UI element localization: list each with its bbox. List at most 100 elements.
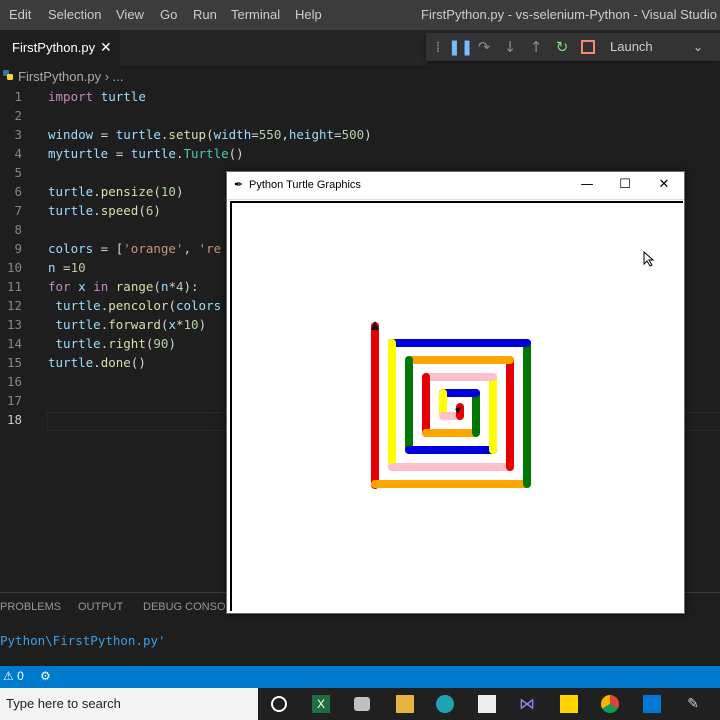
code-token: colors — [48, 241, 94, 256]
document-icon[interactable] — [478, 695, 496, 713]
terminal-output: Python\FirstPython.py' — [0, 633, 166, 648]
code-token: 90 — [153, 336, 169, 351]
tab-output[interactable]: OUTPUT — [78, 601, 123, 613]
close-button[interactable]: ✕ — [649, 176, 679, 194]
code-line[interactable]: 4 myturtle = turtle.Turtle() — [0, 144, 720, 163]
code-token: ) — [198, 317, 207, 332]
app-icon[interactable] — [354, 695, 372, 713]
line-number: 7 — [14, 203, 22, 218]
close-icon[interactable]: ✕ — [100, 39, 112, 56]
debug-toolbar: ⁞ ❚❚ ↷ ↓ ↑ ↻ Launch ⌄ — [426, 33, 720, 61]
tab-label: FirstPython.py — [12, 40, 96, 55]
breadcrumb-file[interactable]: FirstPython.py › ... — [18, 69, 124, 84]
code-token: ( — [168, 298, 176, 313]
code-token: turtle — [48, 203, 94, 218]
code-token: window — [48, 127, 94, 142]
turtle-title-bar[interactable]: ✒ Python Turtle Graphics — ☐ ✕ — [227, 172, 684, 200]
step-out-icon[interactable]: ↑ — [526, 37, 546, 57]
code-token: 500 — [341, 127, 365, 142]
launch-config-label[interactable]: Launch — [610, 39, 653, 54]
turtle-canvas[interactable] — [230, 201, 683, 611]
line-number: 11 — [6, 279, 22, 294]
code-token: turtle — [55, 317, 101, 332]
code-token: () — [130, 355, 146, 370]
warnings-count[interactable]: ⚠ 0 — [3, 669, 24, 683]
taskbar-search-box[interactable]: Type here to search — [0, 688, 258, 720]
code-token: forward — [108, 317, 161, 332]
tab-debug-console[interactable]: DEBUG CONSOLE — [143, 601, 239, 613]
code-line[interactable]: 2 — [0, 106, 720, 125]
chevron-down-icon[interactable]: ⌄ — [688, 37, 708, 57]
code-text: n =10 — [48, 258, 86, 277]
restart-icon[interactable]: ↻ — [552, 37, 572, 57]
line-number: 15 — [6, 355, 22, 370]
stop-icon[interactable] — [578, 37, 598, 57]
menu-terminal[interactable]: Terminal — [231, 7, 280, 22]
code-token: right — [108, 336, 146, 351]
menu-run[interactable]: Run — [193, 7, 217, 22]
menu-help[interactable]: Help — [295, 7, 322, 22]
line-number: 9 — [14, 241, 22, 256]
code-token: 'orange' — [123, 241, 184, 256]
step-over-icon[interactable]: ↷ — [474, 37, 494, 57]
edge-icon[interactable] — [436, 695, 454, 713]
tab-problems[interactable]: PROBLEMS — [0, 601, 61, 613]
feather-icon: ✒ — [234, 178, 244, 191]
menu-selection[interactable]: Selection — [48, 7, 101, 22]
code-token: 550 — [258, 127, 282, 142]
code-token: turtle — [55, 336, 101, 351]
drag-handle-icon[interactable]: ⁞ — [428, 37, 448, 57]
chrome-icon[interactable] — [601, 695, 619, 713]
spiral-drawing — [371, 321, 531, 489]
line-number: 3 — [14, 127, 22, 142]
tab-firstpython[interactable]: FirstPython.py ✕ — [0, 30, 120, 65]
code-token: turtle — [48, 184, 94, 199]
code-token: = — [251, 127, 259, 142]
code-text: myturtle = turtle.Turtle() — [48, 144, 244, 163]
code-token: 10 — [70, 260, 86, 275]
vscode-icon[interactable] — [643, 695, 661, 713]
code-token: 're — [198, 241, 222, 256]
code-token: in — [93, 279, 109, 294]
code-token: ( — [138, 203, 146, 218]
line-number: 16 — [6, 374, 22, 389]
code-line[interactable]: 3 window = turtle.setup(width=550,height=… — [0, 125, 720, 144]
menu-go[interactable]: Go — [160, 7, 177, 22]
code-token: colors — [175, 298, 222, 313]
code-token: ) — [175, 184, 184, 199]
pause-icon[interactable]: ❚❚ — [448, 37, 473, 57]
minimize-button[interactable]: — — [572, 176, 602, 194]
sticky-notes-icon[interactable] — [560, 695, 578, 713]
menu-edit[interactable]: Edit — [9, 7, 31, 22]
code-token: height — [288, 127, 335, 142]
cortana-icon[interactable] — [270, 695, 288, 713]
python-file-icon — [3, 70, 13, 80]
excel-icon[interactable]: X — [312, 695, 330, 713]
file-explorer-icon[interactable] — [396, 695, 414, 713]
line-number: 2 — [14, 108, 22, 123]
line-number: 4 — [14, 146, 22, 161]
status-bar: ⚠ 0 ⚙ — [0, 666, 720, 688]
code-token: = — [108, 146, 131, 161]
step-into-icon[interactable]: ↓ — [500, 37, 520, 57]
maximize-button[interactable]: ☐ — [610, 176, 640, 194]
code-token: = — [334, 127, 342, 142]
code-token: , — [183, 241, 199, 256]
menu-view[interactable]: View — [116, 7, 144, 22]
line-number: 10 — [6, 260, 22, 275]
code-token: myturtle — [48, 146, 109, 161]
code-token: 4 — [176, 279, 184, 294]
debug-run-icon[interactable]: ⚙ — [40, 669, 51, 683]
line-number: 1 — [14, 89, 22, 104]
python-idle-icon[interactable]: ✎ — [684, 695, 702, 713]
code-token: for — [48, 279, 71, 294]
code-token: turtle — [55, 298, 101, 313]
visual-studio-icon[interactable]: ⋈ — [518, 695, 536, 713]
turtle-window-title: Python Turtle Graphics — [249, 179, 361, 191]
code-line[interactable]: 1 import turtle — [0, 87, 720, 106]
code-token: done — [100, 355, 131, 370]
